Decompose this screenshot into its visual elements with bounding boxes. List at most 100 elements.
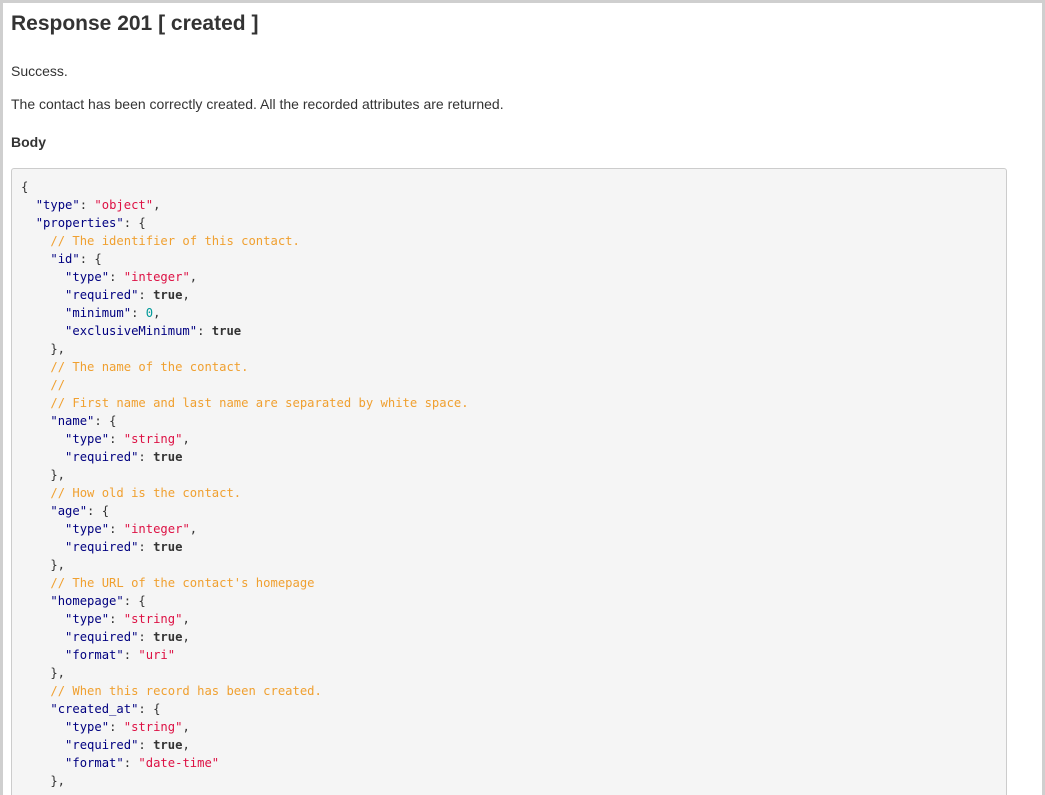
json-key: "type"	[35, 198, 80, 212]
json-punctuation	[21, 720, 65, 734]
code-line: "required": true,	[21, 286, 1006, 304]
json-key: "type"	[65, 522, 110, 536]
json-punctuation: ,	[182, 612, 190, 626]
document-frame: Response 201 [ created ] Success. The co…	[0, 0, 1045, 795]
json-punctuation: : {	[123, 594, 146, 608]
json-punctuation	[21, 324, 65, 338]
code-line: "minimum": 0,	[21, 304, 1006, 322]
json-punctuation: ,	[182, 432, 190, 446]
code-line: "type": "string",	[21, 718, 1006, 736]
json-punctuation: :	[138, 450, 154, 464]
json-number: 0	[145, 306, 154, 320]
json-boolean: true	[211, 324, 242, 338]
json-punctuation	[21, 396, 50, 410]
response-heading: Response 201 [ created ]	[11, 12, 259, 35]
json-boolean: true	[153, 738, 183, 752]
json-key: "required"	[65, 630, 139, 644]
json-punctuation: ,	[182, 630, 190, 644]
json-punctuation: ,	[153, 198, 161, 212]
json-boolean: true	[153, 630, 183, 644]
json-punctuation	[21, 288, 65, 302]
code-line: "homepage": {	[21, 592, 1006, 610]
code-content: { "type": "object", "properties": { // T…	[12, 169, 1006, 790]
code-comment: // The identifier of this contact.	[50, 234, 300, 248]
json-key: "id"	[50, 252, 80, 266]
code-comment: // First name and last name are separate…	[50, 396, 469, 410]
json-punctuation	[21, 216, 36, 230]
json-punctuation	[21, 630, 65, 644]
json-punctuation: :	[138, 288, 154, 302]
json-punctuation: : {	[94, 414, 117, 428]
code-line: },	[21, 556, 1006, 574]
code-line: "id": {	[21, 250, 1006, 268]
json-key: "age"	[50, 504, 88, 518]
json-key: "homepage"	[50, 594, 124, 608]
json-punctuation: },	[21, 558, 66, 572]
code-line: "format": "date-time"	[21, 754, 1006, 772]
json-punctuation	[21, 612, 65, 626]
json-punctuation	[21, 756, 65, 770]
response-description: The contact has been correctly created. …	[11, 96, 504, 112]
json-punctuation	[21, 648, 65, 662]
json-punctuation	[21, 540, 65, 554]
json-punctuation	[21, 234, 50, 248]
json-key: "type"	[65, 432, 110, 446]
json-string: "string"	[123, 612, 183, 626]
json-punctuation: :	[109, 720, 124, 734]
json-key: "required"	[65, 738, 139, 752]
code-line: // When this record has been created.	[21, 682, 1006, 700]
code-line: // First name and last name are separate…	[21, 394, 1006, 412]
json-punctuation	[21, 270, 65, 284]
code-line: "required": true	[21, 448, 1006, 466]
json-string: "integer"	[123, 270, 190, 284]
json-punctuation: },	[21, 468, 66, 482]
json-punctuation: },	[21, 774, 66, 788]
code-line: },	[21, 340, 1006, 358]
json-punctuation	[21, 378, 50, 392]
json-punctuation: ,	[189, 270, 198, 284]
json-string: "string"	[123, 720, 183, 734]
code-line: "type": "integer",	[21, 520, 1006, 538]
json-punctuation	[21, 306, 65, 320]
json-punctuation	[21, 360, 50, 374]
code-line: "type": "object",	[21, 196, 1006, 214]
code-line: "age": {	[21, 502, 1006, 520]
json-punctuation	[21, 486, 50, 500]
json-punctuation	[21, 252, 50, 266]
json-punctuation	[21, 576, 50, 590]
json-punctuation: :	[109, 612, 124, 626]
json-string: "integer"	[123, 522, 190, 536]
json-punctuation	[21, 432, 65, 446]
json-key: "created_at"	[50, 702, 139, 716]
json-schema-code-block[interactable]: { "type": "object", "properties": { // T…	[11, 168, 1007, 795]
body-label: Body	[11, 134, 46, 150]
json-key: "type"	[65, 612, 110, 626]
json-punctuation	[21, 702, 50, 716]
json-key: "format"	[65, 756, 124, 770]
json-punctuation	[21, 504, 50, 518]
json-punctuation	[21, 414, 50, 428]
json-key: "type"	[65, 720, 110, 734]
code-line: //	[21, 376, 1006, 394]
code-line: // The identifier of this contact.	[21, 232, 1006, 250]
json-punctuation: :	[197, 324, 212, 338]
status-text: Success.	[11, 63, 68, 79]
json-punctuation: ,	[182, 720, 190, 734]
json-key: "properties"	[35, 216, 124, 230]
json-punctuation: :	[109, 522, 124, 536]
json-punctuation	[21, 684, 50, 698]
json-boolean: true	[153, 288, 183, 302]
code-line: "type": "string",	[21, 430, 1006, 448]
json-key: "minimum"	[65, 306, 132, 320]
code-line: },	[21, 466, 1006, 484]
json-key: "required"	[65, 288, 139, 302]
json-key: "required"	[65, 450, 139, 464]
json-punctuation	[21, 738, 65, 752]
json-punctuation: ,	[182, 738, 190, 752]
code-comment: // The name of the contact.	[50, 360, 249, 374]
code-line: "required": true,	[21, 628, 1006, 646]
json-key: "required"	[65, 540, 139, 554]
code-line: "created_at": {	[21, 700, 1006, 718]
json-punctuation: ,	[182, 288, 190, 302]
json-punctuation: :	[123, 756, 139, 770]
